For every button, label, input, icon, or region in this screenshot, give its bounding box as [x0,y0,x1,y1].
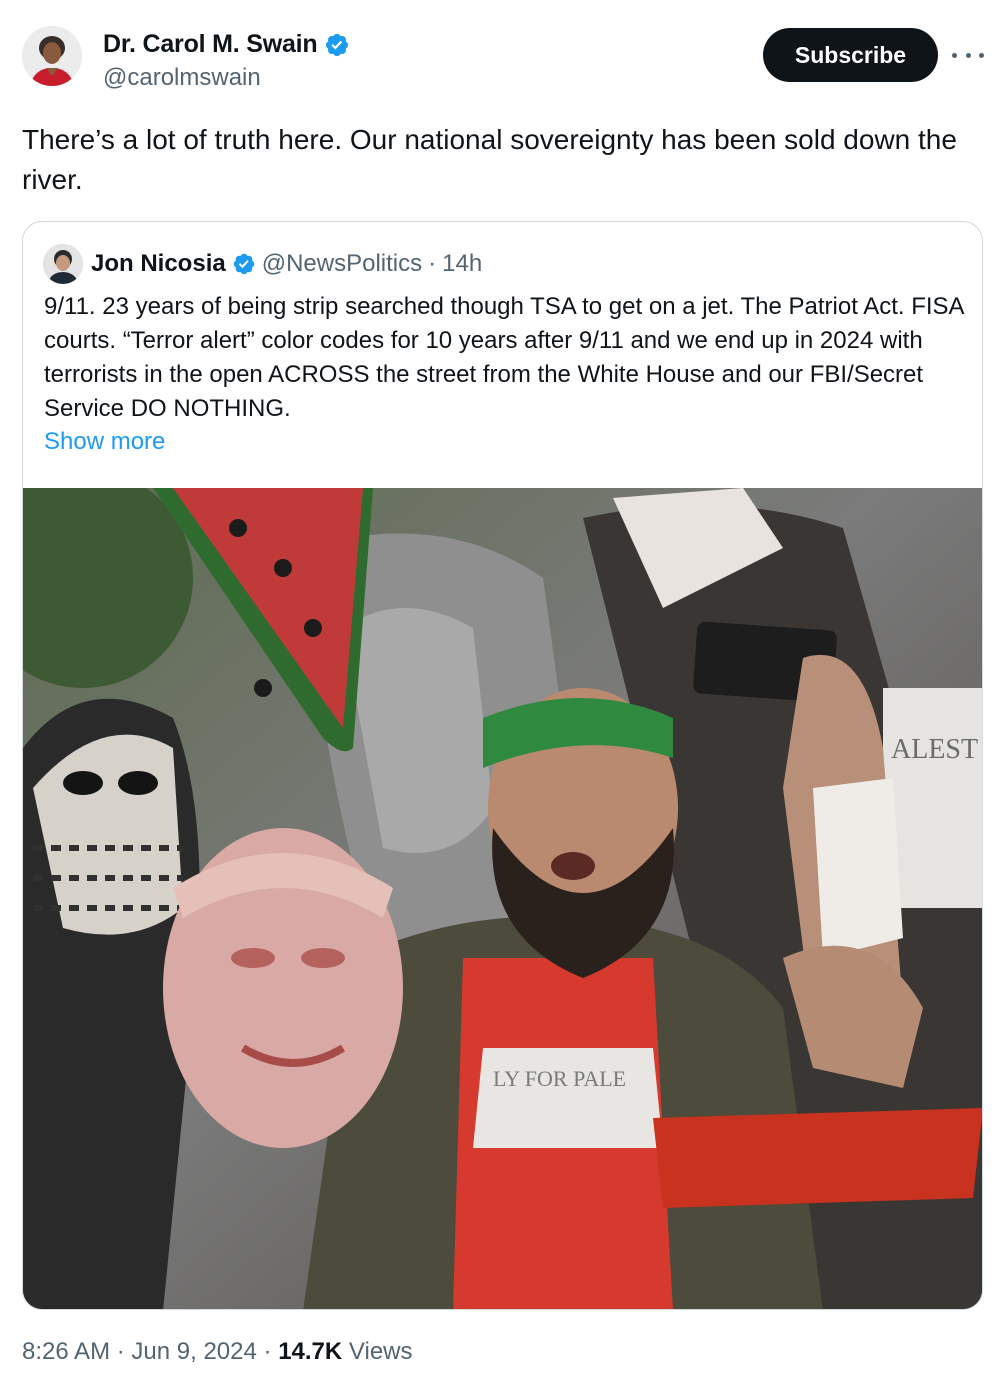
verified-badge-icon [325,33,348,56]
quoted-tweet-text: 9/11. 23 years of being strip searched t… [44,293,964,422]
more-options-icon[interactable] [952,40,984,70]
quoted-tweet-card[interactable]: Jon Nicosia @NewsPolitics · 14h 9/11. 23… [22,221,983,1310]
quoted-author-name[interactable]: Jon Nicosia [91,250,226,278]
separator-dot: · [263,1338,272,1365]
quoted-tweet-image[interactable]: ALEST LY FOR PALE [23,488,982,1309]
separator-dot: · [116,1338,125,1365]
protest-photo: ALEST LY FOR PALE [23,488,982,1309]
author-name[interactable]: Dr. Carol M. Swain [103,30,318,59]
verified-badge-icon [233,253,254,275]
profile-photo-icon [22,26,82,86]
tweet-meta: 8:26 AM · Jun 9, 2024 · 14.7K Views [22,1338,413,1366]
subscribe-button[interactable]: Subscribe [763,28,938,82]
tweet[interactable]: Dr. Carol M. Swain @carolmswain Subscrib… [0,0,1005,1381]
svg-text:ALEST: ALEST [891,734,978,765]
tweet-text: There’s a lot of truth here. Our nationa… [22,124,957,195]
svg-text:LY FOR PALE: LY FOR PALE [493,1066,626,1091]
quoted-header: Jon Nicosia @NewsPolitics · 14h [91,248,482,280]
tweet-time[interactable]: 8:26 AM [22,1338,110,1365]
profile-photo-icon [43,244,83,284]
quoted-timestamp[interactable]: 14h [442,250,482,278]
views-label: Views [348,1338,413,1365]
author-handle[interactable]: @carolmswain [103,64,261,92]
quoted-author-avatar[interactable] [43,244,83,284]
tweet-date[interactable]: Jun 9, 2024 [131,1338,256,1365]
separator-dot: · [428,250,437,277]
show-more-link[interactable]: Show more [44,428,165,456]
author-avatar[interactable] [22,26,82,86]
author-name-row[interactable]: Dr. Carol M. Swain [103,30,350,59]
views-count: 14.7K [278,1338,343,1365]
quoted-author-handle[interactable]: @NewsPolitics [262,250,422,278]
